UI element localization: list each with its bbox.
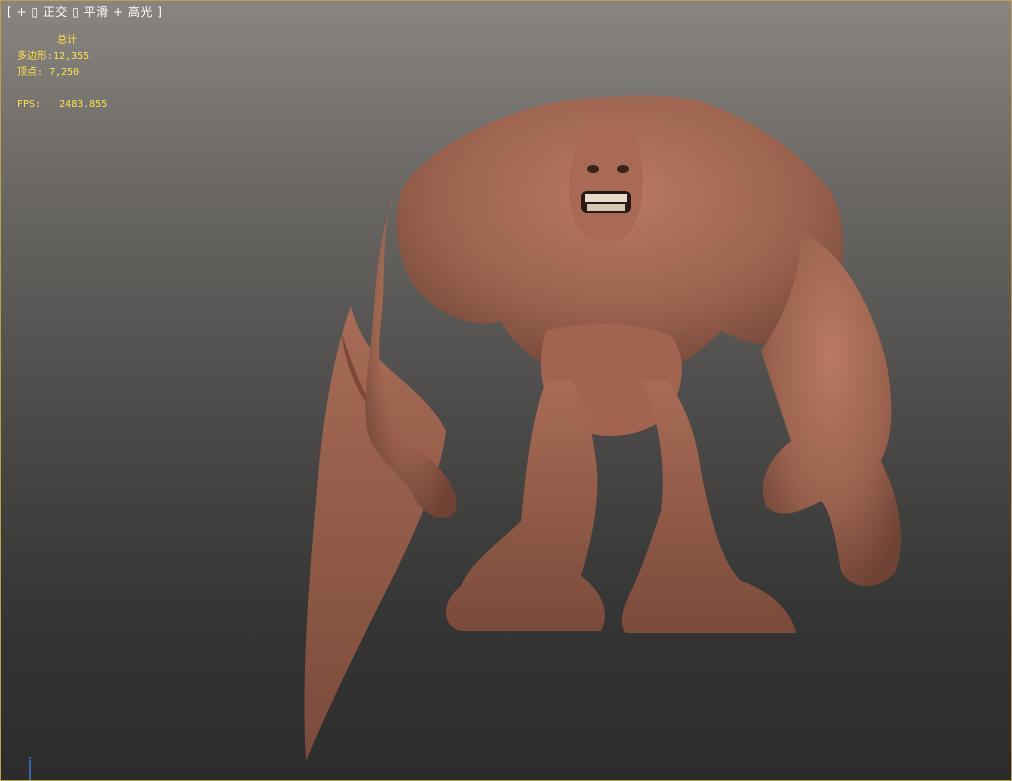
3d-model-monster[interactable]	[1, 1, 1012, 781]
axis-gizmo: z	[28, 755, 32, 780]
viewport[interactable]: [ + ▯ 正交 ▯ 平滑 + 高光 ] 总计 多边形:12,355 顶点: 7…	[0, 0, 1012, 781]
left-leg	[446, 381, 605, 631]
head	[569, 124, 643, 242]
axis-z-label: z	[28, 755, 32, 763]
